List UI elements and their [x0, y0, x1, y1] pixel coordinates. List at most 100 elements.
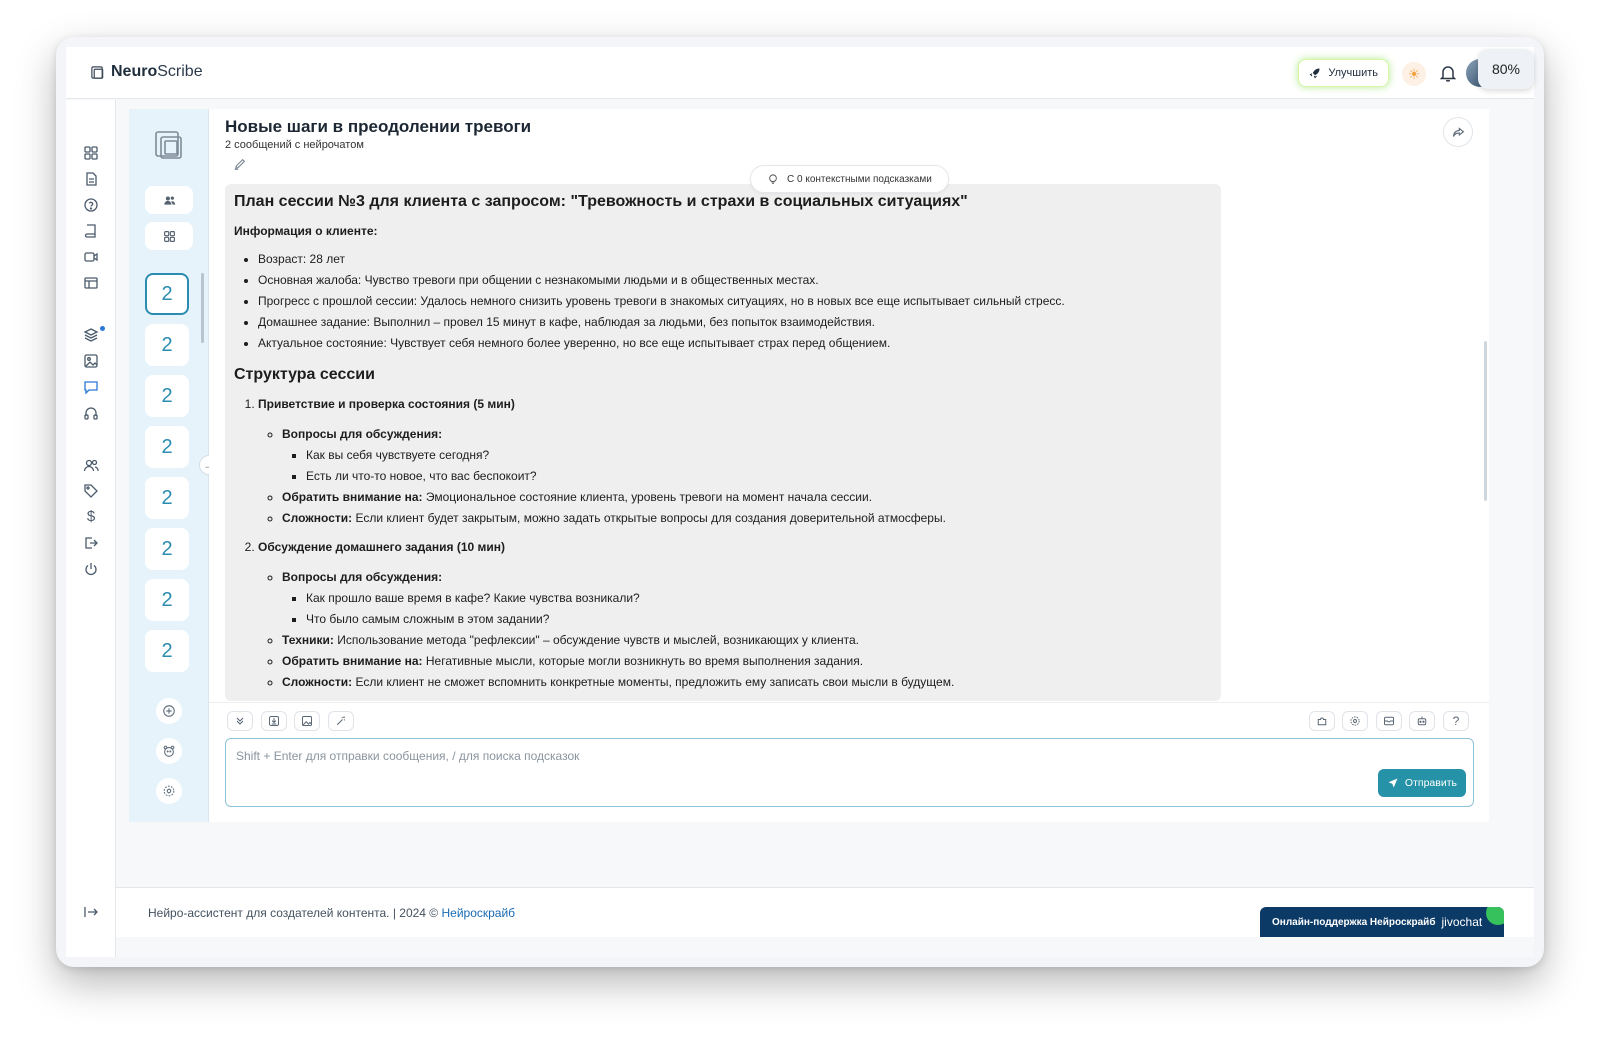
help-circle-icon[interactable]: [83, 197, 99, 213]
panel-logo-icon: [155, 131, 182, 159]
tag-icon[interactable]: [83, 483, 99, 499]
online-support-widget[interactable]: Онлайн-поддержка Нейроскрайб jivochat: [1260, 907, 1504, 937]
bot-button[interactable]: [1409, 711, 1435, 731]
users-icon[interactable]: [83, 457, 99, 473]
share-arrow-icon: [1452, 126, 1464, 137]
logo-normal-text: Scribe: [157, 63, 203, 80]
new-badge-dot: [100, 326, 105, 331]
message-input[interactable]: [236, 747, 1336, 765]
list-item: Домашнее задание: Выполнил – провел 15 м…: [258, 312, 1212, 333]
section-details: Вопросы для обсуждения: Как вы себя чувс…: [258, 424, 1212, 529]
archive-icon: [1384, 716, 1394, 726]
dollar-icon[interactable]: $: [83, 509, 99, 525]
app-logo[interactable]: Neuro Scribe: [90, 63, 203, 81]
footer-link[interactable]: Нейроскрайб: [441, 906, 515, 920]
video-icon[interactable]: [83, 249, 99, 265]
list-item: Вопросы для обсуждения: Как вы себя чувс…: [282, 424, 1212, 487]
footer-text: Нейро-ассистент для создателей контента.…: [148, 906, 515, 920]
book-icon[interactable]: [83, 223, 99, 239]
chat-scrollbar[interactable]: [1484, 341, 1487, 501]
list-item: Сложности: Если клиент не сможет вспомни…: [282, 672, 1212, 693]
archive-button[interactable]: [1376, 711, 1402, 731]
app-window: Neuro Scribe Улучшить ☀ 80% $ 2 2 2 2 2 …: [56, 37, 1544, 967]
settings-button[interactable]: [1342, 711, 1368, 731]
logout-icon[interactable]: [83, 535, 99, 551]
plus-circle-icon: [163, 705, 175, 717]
grid-icon: [163, 230, 175, 242]
contacts-button[interactable]: [145, 186, 193, 214]
difficulty-text: Если клиент будет закрытым, можно задать…: [355, 511, 946, 525]
difficulty-label: Сложности:: [282, 511, 353, 525]
top-bar: Neuro Scribe Улучшить ☀ 80%: [66, 47, 1534, 99]
chat-list-scrollbar[interactable]: [201, 273, 204, 343]
chat-list-panel: 2 2 2 2 2 2 2 2: [129, 109, 209, 822]
double-chevron-down-icon: [236, 717, 244, 725]
gear-icon: [1350, 716, 1360, 726]
section-item: Приветствие и проверка состояния (5 мин)…: [258, 394, 1212, 529]
section-item: Обсуждение домашнего задания (10 мин) Во…: [258, 537, 1212, 693]
image-icon[interactable]: [83, 353, 99, 369]
upgrade-button[interactable]: Улучшить: [1298, 59, 1389, 87]
technique-label: Техники:: [282, 633, 334, 647]
list-item: Как вы себя чувствуете сегодня?: [306, 445, 1212, 466]
power-icon[interactable]: [83, 561, 99, 577]
plugin-button[interactable]: [1309, 711, 1335, 731]
paper-plane-icon: [1388, 778, 1398, 788]
layout-board-icon[interactable]: [83, 275, 99, 291]
chat-list-item[interactable]: 2: [145, 324, 189, 366]
settings-button[interactable]: [156, 778, 182, 804]
wand-icon: [336, 716, 346, 726]
new-chat-button[interactable]: [156, 698, 182, 724]
download-button[interactable]: [261, 711, 287, 731]
puzzle-icon: [1317, 717, 1327, 726]
scroll-down-button[interactable]: [227, 711, 253, 731]
attention-text: Эмоциональное состояние клиента, уровень…: [425, 490, 873, 504]
list-item: Основная жалоба: Чувство тревоги при общ…: [258, 270, 1212, 291]
chat-list-item[interactable]: 2: [145, 375, 189, 417]
list-item: Обратить внимание на: Эмоциональное сост…: [282, 487, 1212, 508]
chat-list-item[interactable]: 2: [145, 426, 189, 468]
layers-icon[interactable]: [83, 327, 99, 343]
question-mark-icon: ?: [1452, 714, 1460, 728]
list-item: Актуальное состояние: Чувствует себя нем…: [258, 333, 1212, 354]
chat-list-item[interactable]: 2: [145, 477, 189, 519]
list-item: Техники: Использование метода "рефлексии…: [282, 630, 1212, 651]
assistant-button[interactable]: [156, 738, 182, 764]
chat-list-item[interactable]: 2: [145, 630, 189, 672]
section-title: Обсуждение домашнего задания (10 мин): [258, 540, 506, 554]
section-details: Вопросы для обсуждения: Как прошло ваше …: [258, 567, 1212, 693]
list-item: Как прошло ваше время в кафе? Какие чувс…: [306, 588, 1212, 609]
attention-label: Обратить внимание на:: [282, 490, 423, 504]
send-label: Отправить: [1404, 777, 1457, 789]
collapse-sidebar-icon[interactable]: [83, 904, 99, 920]
footer-copyright: Нейро-ассистент для создателей контента.…: [148, 906, 442, 920]
questions-label: Вопросы для обсуждения:: [282, 427, 443, 441]
list-item: Сложности: Если клиент будет закрытым, м…: [282, 508, 1212, 529]
chat-list-item[interactable]: 2: [145, 273, 189, 315]
dashboard-grid-icon[interactable]: [83, 145, 99, 161]
chat-list-item[interactable]: 2: [145, 528, 189, 570]
chat-main-panel: Новые шаги в преодолении тревоги 2 сообщ…: [209, 109, 1489, 822]
apps-button[interactable]: [145, 222, 193, 250]
send-button[interactable]: Отправить: [1377, 769, 1466, 797]
client-info-list: Возраст: 28 лет Основная жалоба: Чувство…: [234, 249, 1212, 354]
headphones-icon[interactable]: [83, 405, 99, 421]
edit-pencil-icon[interactable]: [233, 157, 247, 171]
document-icon[interactable]: [83, 171, 99, 187]
list-item: Обратить внимание на: Негативные мысли, …: [282, 651, 1212, 672]
client-info-label: Информация о клиенте:: [234, 224, 378, 238]
share-button[interactable]: [1443, 117, 1473, 147]
gear-icon: [163, 785, 175, 797]
magic-wand-button[interactable]: [328, 711, 354, 731]
notifications-bell-icon[interactable]: [1438, 63, 1458, 83]
logo-bold-text: Neuro: [111, 63, 158, 80]
context-hints-badge[interactable]: С 0 контекстными подсказками: [750, 165, 949, 193]
chat-list-item[interactable]: 2: [145, 579, 189, 621]
theme-toggle-sun-icon[interactable]: ☀: [1402, 62, 1426, 86]
chat-bubble-icon[interactable]: [83, 379, 99, 395]
image-button[interactable]: [294, 711, 320, 731]
structure-heading: Структура сессии: [234, 366, 375, 383]
attention-text: Негативные мысли, которые могли возникну…: [425, 654, 864, 668]
context-hints-label: С 0 контекстными подсказками: [787, 173, 932, 185]
help-button[interactable]: ?: [1443, 711, 1469, 731]
